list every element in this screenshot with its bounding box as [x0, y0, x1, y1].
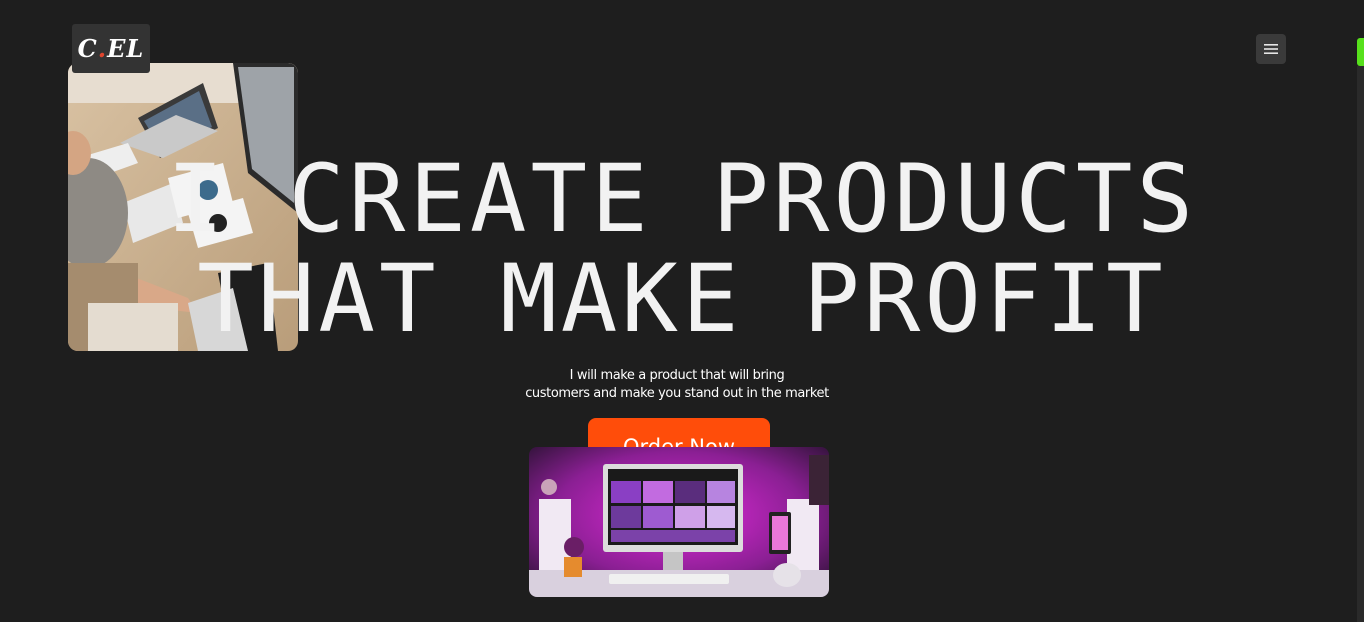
page: C. EL I CREATE PRODUCTS THAT MAKE PROFIT…: [0, 0, 1364, 622]
logo[interactable]: C. EL: [72, 24, 150, 73]
hero-headline: I CREATE PRODUCTS THAT MAKE PROFIT: [0, 150, 1364, 350]
hero-subtitle: I will make a product that will bring cu…: [482, 367, 872, 403]
hamburger-icon: [1264, 44, 1278, 54]
desk-setup-photo: [529, 447, 829, 597]
subtitle-line-2: customers and make you stand out in the …: [525, 386, 829, 401]
logo-dot: .: [97, 34, 108, 63]
scrollbar-thumb[interactable]: [1357, 38, 1364, 66]
menu-button[interactable]: [1256, 34, 1286, 64]
logo-text-c: C: [77, 34, 98, 63]
subtitle-line-1: I will make a product that will bring: [569, 368, 785, 383]
logo-text-el: EL: [107, 34, 145, 63]
headline-line-2: THAT MAKE PROFIT: [197, 245, 1167, 354]
headline-line-1: I CREATE PRODUCTS: [166, 145, 1198, 254]
